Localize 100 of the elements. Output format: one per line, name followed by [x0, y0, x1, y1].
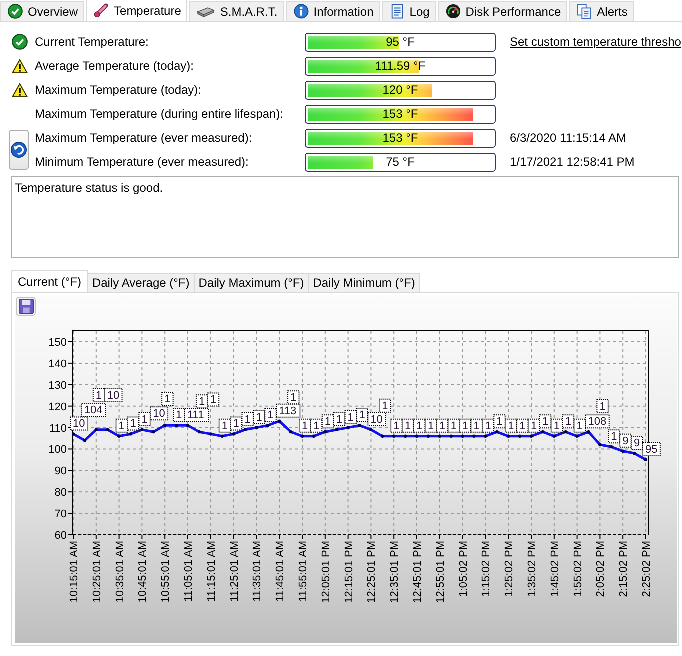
data-point [118, 434, 121, 438]
data-label: 1 [516, 418, 529, 433]
data-point [450, 434, 453, 438]
data-label: 1 [264, 408, 277, 422]
data-label: 113 [276, 404, 301, 418]
x-tick-label: 1:15:02 PM [480, 541, 493, 598]
reading-label: Maximum Temperature (during entire lifespan): [35, 107, 285, 121]
y-tick-label: 150 [48, 337, 67, 349]
data-label: 1 [92, 388, 106, 402]
data-label: 1 [173, 408, 186, 422]
data-label: 1 [539, 414, 552, 429]
data-label: 111 [184, 408, 210, 422]
tab[interactable]: Daily Average (°F) [87, 273, 195, 292]
data-point [324, 430, 327, 434]
tab[interactable]: S.M.A.R.T. [189, 1, 284, 21]
data-point [244, 428, 247, 432]
data-point [530, 434, 534, 438]
reading-label: Maximum Temperature (ever measured): [35, 131, 254, 145]
data-label: 1 [482, 418, 494, 433]
data-point [140, 428, 144, 432]
data-label: 1 [436, 418, 449, 433]
data-label: 1 [253, 410, 266, 424]
y-tick-label: 90 [54, 466, 67, 478]
bar-value: 95 °F [386, 35, 415, 49]
data-point [335, 428, 338, 432]
tab[interactable]: Disk Performance [438, 1, 568, 21]
data-point [209, 432, 212, 436]
data-label: 1 [505, 418, 518, 433]
x-tick-label: 12:45:01 PM [412, 541, 424, 604]
data-label: 1 [494, 414, 506, 429]
data-label: 1 [459, 418, 472, 433]
data-label: 1 [162, 392, 174, 406]
document-icon [390, 4, 405, 19]
data-label: 95 [642, 442, 661, 456]
data-label: 1 [218, 418, 232, 433]
data-label: 104 [81, 403, 106, 418]
threshold-link[interactable]: Set custom temperature thresho [510, 35, 682, 49]
timestamp: 6/3/2020 11:15:14 AM [509, 131, 628, 145]
tab[interactable]: Alerts [569, 1, 634, 21]
data-point [106, 428, 110, 432]
bar-value: 153 °F [382, 107, 418, 121]
data-point [220, 434, 224, 438]
data-label: 1 [333, 412, 346, 426]
check-circle-icon [12, 34, 28, 50]
data-point [610, 445, 614, 449]
data-label: 1 [356, 408, 368, 422]
data-point [198, 430, 202, 434]
tab[interactable]: Information [286, 1, 380, 21]
hard-drive-icon [197, 6, 216, 18]
curved-arrow-button[interactable] [9, 130, 29, 170]
data-point [392, 434, 396, 438]
data-label: 1 [414, 418, 426, 433]
data-point [472, 434, 476, 438]
data-point [622, 450, 625, 453]
x-tick-label: 12:05:01 PM [320, 541, 332, 604]
data-label: 1 [424, 418, 438, 433]
warning-icon [12, 82, 28, 98]
data-label: 1 [207, 392, 220, 407]
data-point [278, 420, 282, 423]
reading-label: Minimum Temperature (ever measured): [35, 155, 250, 169]
x-tick-label: 2:05:02 PM [595, 541, 608, 598]
x-tick-label: 11:15:01 AM [206, 541, 218, 602]
tab[interactable]: Daily Maximum (°F) [194, 273, 310, 292]
x-tick-label: 1:55:02 PM [572, 541, 584, 598]
data-point [129, 432, 132, 436]
data-label: 1 [379, 398, 392, 413]
data-label: 1 [322, 414, 334, 429]
data-point [266, 424, 270, 428]
data-label: 10 [150, 406, 169, 421]
data-point [370, 428, 373, 432]
x-tick-label: 2:15:02 PM [618, 541, 630, 598]
thermometer-icon [94, 3, 110, 18]
data-point [174, 424, 178, 428]
warning-icon [12, 58, 28, 74]
data-label: 1 [402, 418, 414, 433]
tab[interactable]: Overview [0, 1, 84, 21]
timestamp: 1/17/2021 12:58:41 PM [509, 155, 636, 169]
data-label: 1 [574, 418, 586, 433]
x-tick-label: 11:45:01 AM [274, 541, 287, 602]
data-label: 1 [470, 418, 483, 433]
y-tick-label: 120 [48, 401, 67, 414]
tab[interactable]: Temperature [86, 0, 188, 21]
save-button[interactable] [16, 297, 36, 316]
gauge-icon [446, 4, 461, 19]
data-point [598, 443, 602, 447]
data-label: 108 [585, 414, 610, 429]
tab[interactable]: Log [382, 1, 436, 21]
data-point [552, 434, 556, 438]
x-tick-label: 12:25:01 PM [366, 541, 378, 604]
x-tick-label: 11:35:01 AM [252, 541, 264, 602]
data-point [300, 434, 304, 438]
data-point [426, 434, 430, 438]
status-message-box: Temperature status is good. [11, 176, 679, 258]
data-label: 9 [620, 434, 632, 448]
reading-label: Current Temperature: [35, 35, 150, 49]
x-tick-label: 10:35:01 AM [114, 541, 126, 603]
data-point [312, 434, 316, 438]
data-label: 1 [196, 394, 208, 409]
tab[interactable]: Current (°F) [11, 270, 88, 292]
tab[interactable]: Daily Minimum (°F) [308, 273, 420, 292]
